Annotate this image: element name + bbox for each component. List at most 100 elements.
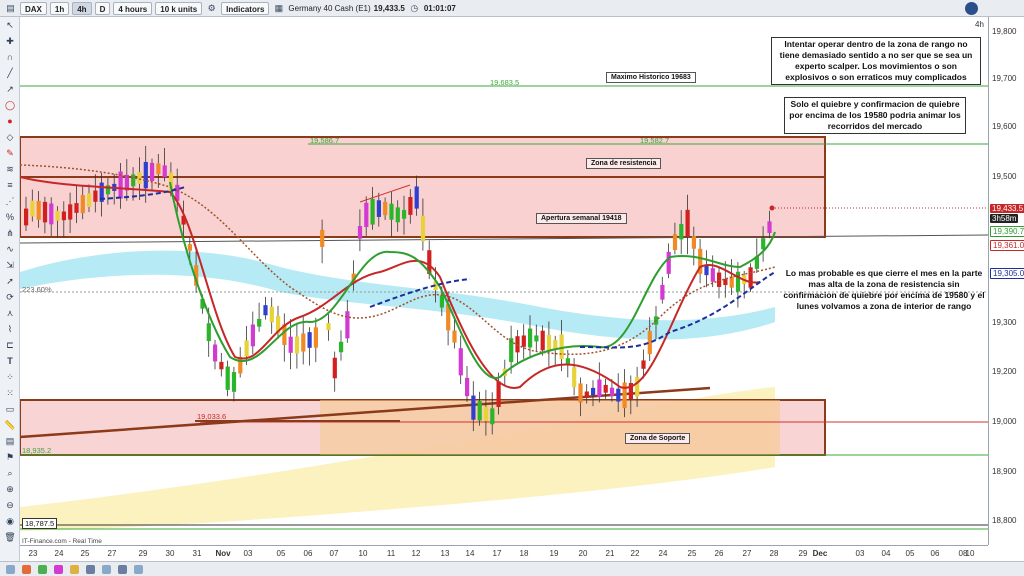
support-zone-label: Zona de Soporte [625,433,691,444]
candle-body [546,334,552,351]
ray-tool-icon[interactable]: ↗ [3,83,17,95]
eye-tool-icon[interactable]: ◉ [3,515,17,527]
alert-icon[interactable] [22,565,31,574]
price-tick: 19,800 [992,27,1017,36]
max-historic-label: Maximo Historico 19683 [606,72,696,83]
cycle-tool-icon[interactable]: ⟳ [3,291,17,303]
candle-body [87,193,92,207]
zoom-in-tool-icon[interactable]: ⊕ [3,483,17,495]
candle-body [301,333,306,352]
percent-tool-icon[interactable]: % [3,211,17,223]
screenshot-icon[interactable] [86,565,95,574]
time-tick: 29 [138,549,148,558]
resistance-zone-label: Zona de resistencia [586,158,662,169]
layer-tool-icon[interactable]: ▤ [3,435,17,447]
candle-body [143,161,148,189]
time-tick: 10 [358,549,368,558]
trash-tool-icon[interactable]: 🗑 [3,531,17,543]
trade-icon[interactable] [38,565,47,574]
pen-tool-icon[interactable]: ✎ [3,147,17,159]
window-options-icon[interactable] [965,2,978,15]
candle-body [691,236,696,249]
candle-body [660,284,665,300]
candle-body [307,332,312,348]
note-range-scalper: Intentar operar dentro de la zona de ran… [771,37,981,85]
candle-body [219,361,224,370]
fibonacci-tool-icon[interactable]: ≡ [3,179,17,191]
magnet-tool-icon[interactable]: ∩ [3,51,17,63]
size-dropdown[interactable]: 10 k units [155,1,203,15]
fan-tool-icon[interactable]: ⋏ [3,307,17,319]
time-tick: 21 [605,549,615,558]
current-price-tag: 19,433.5 [990,204,1024,213]
time-tick: Nov [215,549,231,558]
pitchfork-tool-icon[interactable]: ⋔ [3,227,17,239]
indicators-button[interactable]: Indicators [221,1,270,15]
zoom-out-tool-icon[interactable]: ⊖ [3,499,17,511]
grid-icon[interactable]: ▦ [272,2,285,15]
time-tick: 23 [28,549,38,558]
symbol-selector[interactable]: DAX [20,1,47,15]
candle-body [578,383,583,403]
zigzag-tool-icon[interactable]: ⌇ [3,323,17,335]
polygon-tool-icon[interactable]: ◇ [3,131,17,143]
share-icon[interactable] [102,565,111,574]
timeframe-4h-button[interactable]: 4h [72,1,92,15]
settings-icon[interactable]: ⚙ [205,2,218,15]
export-icon[interactable] [118,565,127,574]
candle-body [137,172,142,184]
measure-tool-icon[interactable]: ⇲ [3,259,17,271]
circle-tool-icon[interactable]: ● [3,115,17,127]
flag-tool-icon[interactable]: ⚑ [3,451,17,463]
candle-body [609,387,615,397]
price-axis[interactable]: 4h 19,800 19,700 19,600 19,500 19,433.5 … [975,17,1024,545]
ellipse-tool-icon[interactable]: ◯ [3,99,17,111]
time-tick: Dec [812,549,828,558]
note-icon[interactable] [70,565,79,574]
candle-body [74,203,79,213]
candle-body [458,348,463,376]
scale-tool-icon[interactable]: ▭ [3,403,17,415]
candle-body [162,165,167,178]
bracket-tool-icon[interactable]: ⊏ [3,339,17,351]
candle-body [465,377,470,397]
candle-body [370,198,375,225]
max-historic-value: 19,683.5 [490,78,520,87]
candle-body [36,200,41,220]
dots-tool-icon[interactable]: ⁘ [3,371,17,383]
arrow-tool-icon[interactable]: ➚ [3,275,17,287]
crosshair-tool-icon[interactable]: ✚ [3,35,17,47]
time-axis[interactable]: 23 24 25 27 29 30 31 Nov 03 05 06 07 10 11 12 13 14 17 18 1… [20,545,988,561]
candle-body [80,195,85,214]
channel-tool-icon[interactable]: ≋ [3,163,17,175]
line-tool-icon[interactable]: ╱ [3,67,17,79]
candle-body [332,357,337,379]
text-tool-icon[interactable]: T [3,355,17,367]
wave-tool-icon[interactable]: ∿ [3,243,17,255]
timeframe-d-button[interactable]: D [94,1,111,15]
layout-icon[interactable] [6,565,15,574]
candle-body [490,408,495,425]
chart-menu-icon[interactable]: ▤ [4,2,17,15]
candle-body [666,251,671,274]
candle-body [320,229,325,247]
candle-body [250,324,255,347]
color-icon[interactable] [54,565,63,574]
price-tick: 19,200 [992,367,1017,376]
candle-body [616,388,621,402]
price-tick: 19,300 [992,318,1017,327]
interval-dropdown[interactable]: 4 hours [113,1,153,15]
cursor-tool-icon[interactable]: ↖ [3,19,17,31]
lock-tool-icon[interactable]: ⌕ [3,467,17,479]
scatter-tool-icon[interactable]: ⁙ [3,387,17,399]
timeframe-1h-button[interactable]: 1h [49,1,70,15]
candle-body [597,379,602,398]
candle-body [357,226,363,239]
candle-body [345,311,350,339]
candle-body [93,190,98,202]
gann-tool-icon[interactable]: ⋰ [3,195,17,207]
ruler-tool-icon[interactable]: 📏 [3,419,17,431]
print-icon[interactable] [134,565,143,574]
candle-body [339,341,344,353]
time-tick: 24 [658,549,668,558]
